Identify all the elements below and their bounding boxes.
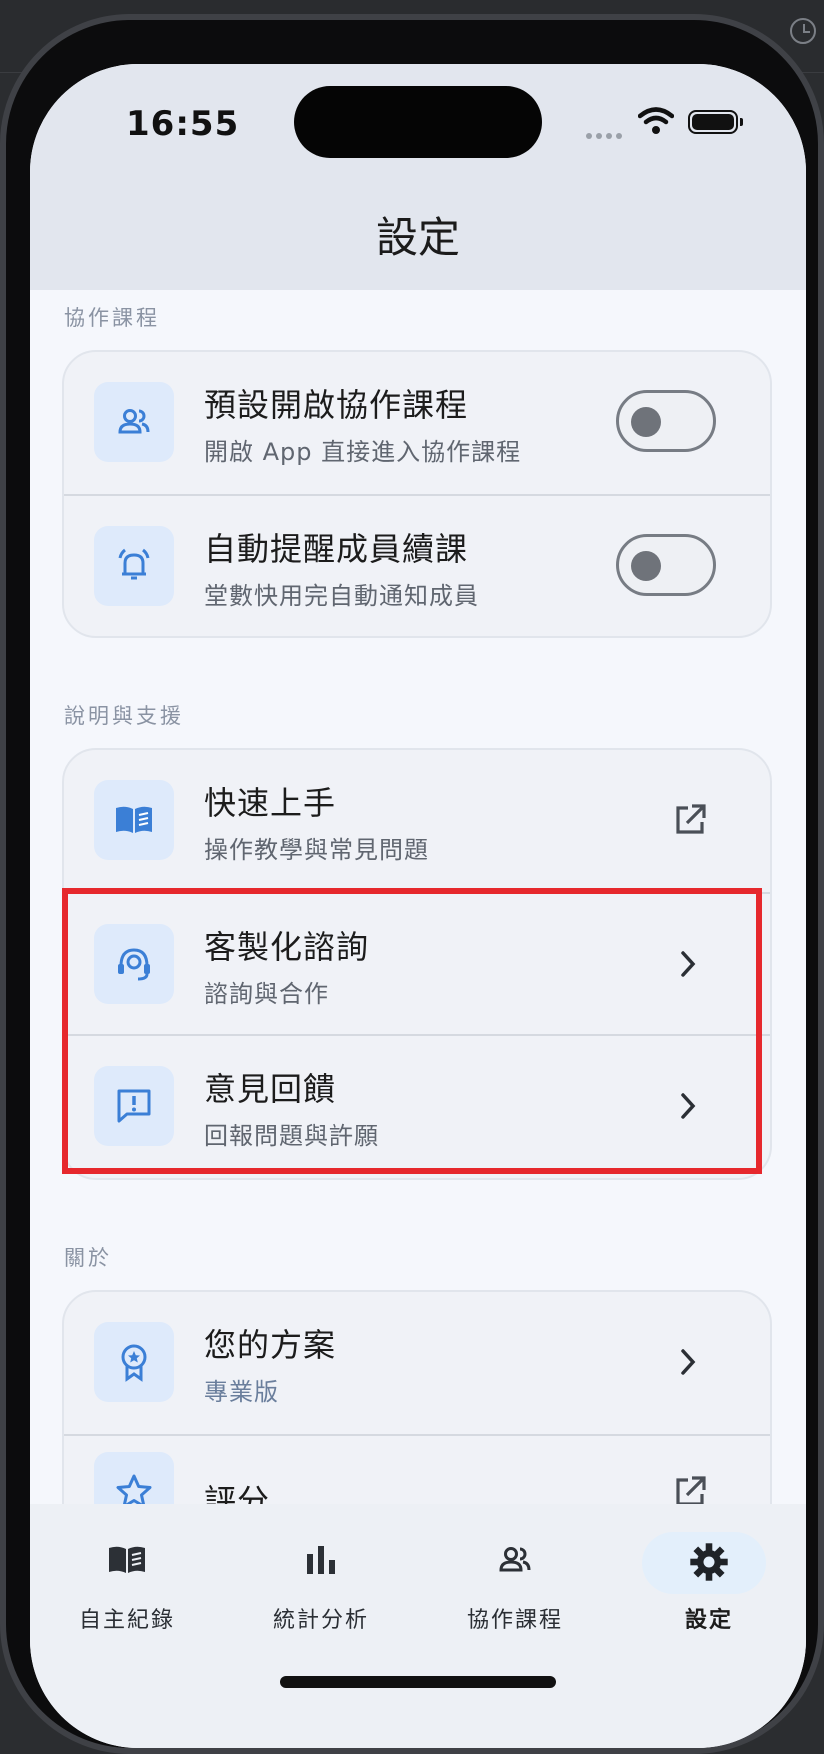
phone-frame: 16:55 設定 協作課程 預設開啟協作課程 開啟 App 直接進入協作課程 自… (0, 14, 824, 1754)
tab-statistics[interactable]: 統計分析 (224, 1504, 418, 1664)
card-collab: 預設開啟協作課程 開啟 App 直接進入協作課程 自動提醒成員續課 堂數快用完自… (62, 350, 772, 638)
row-subtitle: 堂數快用完自動通知成員 (204, 582, 479, 610)
settings-row-quick-start[interactable]: 快速上手 操作教學與常見問題 (64, 750, 770, 892)
row-title: 客製化諮詢 (204, 928, 370, 966)
settings-row-plan[interactable]: 您的方案 專業版 (64, 1292, 770, 1434)
clock-icon (790, 18, 816, 44)
toggle-default-collab[interactable] (616, 390, 716, 452)
settings-row-auto-remind[interactable]: 自動提醒成員續課 堂數快用完自動通知成員 (64, 494, 770, 636)
section-label-collab: 協作課程 (64, 306, 160, 330)
people-icon (94, 382, 174, 462)
screen: 16:55 設定 協作課程 預設開啟協作課程 開啟 App 直接進入協作課程 自… (30, 64, 806, 1748)
bar-chart-icon (307, 1546, 335, 1574)
section-label-about: 關於 (64, 1246, 112, 1270)
chevron-right-icon[interactable] (678, 1346, 698, 1378)
row-subtitle: 操作教學與常見問題 (204, 836, 429, 864)
settings-row-feedback[interactable]: 意見回饋 回報問題與許願 (64, 1034, 770, 1178)
tab-settings[interactable]: 設定 (612, 1504, 806, 1664)
tab-label: 設定 (684, 1608, 733, 1633)
status-time: 16:55 (126, 104, 240, 144)
home-indicator (280, 1676, 556, 1688)
toggle-auto-remind[interactable] (616, 534, 716, 596)
row-title: 您的方案 (204, 1326, 337, 1364)
row-subtitle: 專業版 (204, 1378, 279, 1406)
card-support: 快速上手 操作教學與常見問題 客製化諮詢 諮詢與合作 意見回饋 回報問題與許願 (62, 748, 772, 1180)
tab-self-record[interactable]: 自主紀錄 (30, 1504, 224, 1664)
settings-row-consult[interactable]: 客製化諮詢 諮詢與合作 (64, 892, 770, 1036)
row-subtitle: 開啟 App 直接進入協作課程 (204, 438, 522, 466)
book-icon (94, 780, 174, 860)
row-subtitle: 回報問題與許願 (204, 1122, 379, 1150)
chevron-right-icon[interactable] (678, 948, 698, 980)
people-icon (499, 1547, 531, 1572)
section-label-support: 說明與支援 (64, 704, 184, 728)
dynamic-island (294, 86, 542, 158)
tab-label: 統計分析 (272, 1608, 369, 1633)
book-icon (109, 1546, 145, 1573)
signal-dots-icon (586, 124, 626, 143)
battery-icon (688, 110, 743, 134)
row-subtitle: 諮詢與合作 (204, 980, 329, 1008)
page-title: 設定 (375, 213, 460, 262)
headset-icon (94, 924, 174, 1004)
tab-bar: 自主紀錄 統計分析 協作課程 設定 (30, 1504, 806, 1748)
tab-label: 協作課程 (466, 1608, 563, 1633)
badge-icon (94, 1322, 174, 1402)
tab-collab[interactable]: 協作課程 (418, 1504, 612, 1664)
row-title: 意見回饋 (204, 1070, 337, 1108)
chevron-right-icon[interactable] (678, 1090, 698, 1122)
external-link-icon[interactable] (672, 802, 708, 838)
row-title: 自動提醒成員續課 (204, 530, 469, 568)
gear-icon (690, 1543, 728, 1581)
header-area: 16:55 設定 (30, 64, 806, 290)
bell-icon (94, 526, 174, 606)
row-title: 預設開啟協作課程 (204, 386, 469, 424)
tab-label: 自主紀錄 (78, 1608, 175, 1633)
feedback-icon (94, 1066, 174, 1146)
settings-row-default-collab[interactable]: 預設開啟協作課程 開啟 App 直接進入協作課程 (64, 352, 770, 494)
row-title: 快速上手 (204, 784, 337, 822)
wifi-icon (638, 107, 674, 134)
